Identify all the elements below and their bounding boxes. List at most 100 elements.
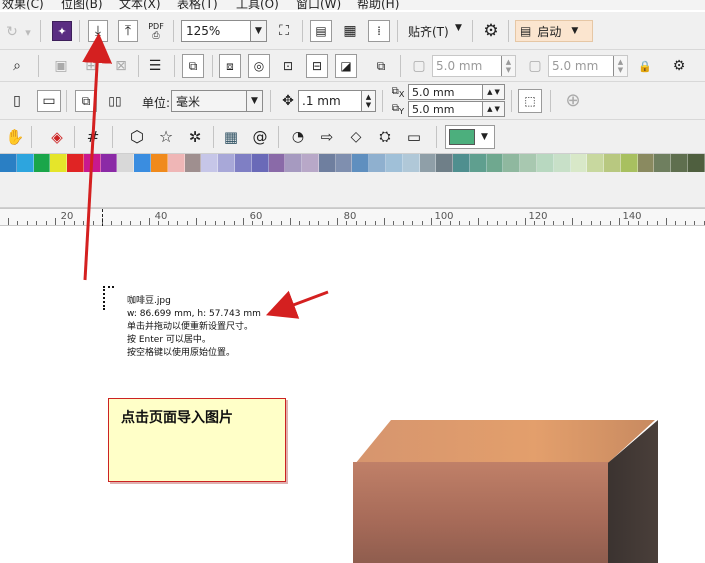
palette-swatch[interactable] (50, 154, 68, 172)
palette-swatch[interactable] (604, 154, 621, 172)
menu-bitmaps[interactable]: 位图(B) (61, 0, 103, 10)
palette-swatch[interactable] (637, 154, 655, 172)
palette-swatch[interactable] (688, 154, 705, 172)
zoom-level-select[interactable]: 125% ▼ (181, 20, 267, 42)
menu-help[interactable]: 帮助(H) (357, 0, 399, 10)
all-pages-icon[interactable]: ⧉ (75, 90, 97, 112)
palette-swatch[interactable] (218, 154, 235, 172)
redo-icon[interactable]: ↻ (2, 22, 22, 42)
fill-color-picker[interactable]: ▼ (445, 125, 495, 149)
pan-hand-icon[interactable]: ✋ (4, 126, 26, 148)
basic-shapes-icon[interactable]: ◔ (287, 126, 309, 148)
simplify-icon[interactable]: ⊟ (306, 54, 328, 78)
palette-swatch[interactable] (318, 154, 336, 172)
lock-icon[interactable]: 🔒 (636, 55, 654, 77)
show-rulers-icon[interactable]: ▤ (310, 20, 332, 42)
banner-shapes-icon[interactable]: ⛭ (374, 126, 396, 148)
polygon-icon[interactable]: ⬡ (126, 126, 148, 148)
import-icon[interactable]: ⤓ (88, 20, 108, 42)
menu-text[interactable]: 文本(X) (119, 0, 161, 10)
publish-pdf-icon[interactable]: PDF ⎙ (146, 19, 166, 43)
box-image-top[interactable] (355, 420, 655, 464)
palette-swatch[interactable] (67, 154, 84, 172)
star-icon[interactable]: ☆ (155, 126, 177, 148)
outline-checkbox-1[interactable]: ▢ (410, 55, 428, 77)
units-select[interactable]: 毫米 ▼ (171, 90, 263, 112)
launch-button[interactable]: ▤ 启动 ▼ (515, 20, 593, 42)
graph-paper-icon[interactable]: ▦ (220, 126, 242, 148)
redo-dropdown-icon[interactable]: ▾ (22, 22, 34, 42)
arrow-shapes-icon[interactable]: ⇨ (316, 126, 338, 148)
palette-swatch[interactable] (419, 154, 437, 172)
palette-swatch[interactable] (100, 154, 118, 172)
palette-swatch[interactable] (486, 154, 504, 172)
palette-swatch[interactable] (117, 154, 135, 172)
palette-swatch[interactable] (16, 154, 34, 172)
outline-width-input-2[interactable]: 5.0 mm ▲ ▼ (548, 55, 628, 77)
flowchart-shapes-icon[interactable]: ◇ (345, 126, 367, 148)
palette-swatch[interactable] (369, 154, 386, 172)
palette-swatch[interactable] (201, 154, 219, 172)
front-minus-back-icon[interactable]: ◪ (335, 54, 357, 78)
spiral-icon[interactable]: @ (249, 126, 271, 148)
palette-swatch[interactable] (151, 154, 168, 172)
palette-swatch[interactable] (587, 154, 605, 172)
nudge-distance-input[interactable]: .1 mm ▲ ▼ (298, 90, 376, 112)
palette-swatch[interactable] (570, 154, 588, 172)
horizontal-ruler[interactable]: 20 40 60 80 100 120 140 (0, 208, 705, 226)
fill-bucket-icon[interactable]: ◈ (46, 126, 68, 148)
corel-connect-icon[interactable]: ✦ (52, 21, 72, 41)
palette-swatch[interactable] (469, 154, 487, 172)
palette-swatch[interactable] (83, 154, 101, 172)
menu-effects[interactable]: 效果(C) (2, 0, 44, 10)
palette-swatch[interactable] (268, 154, 286, 172)
duplicate-distance-x-input[interactable]: 5.0 mm ▲ ▼ (408, 84, 505, 100)
palette-swatch[interactable] (402, 154, 420, 172)
palette-swatch[interactable] (436, 154, 454, 172)
duplicate-distance-y-input[interactable]: 5.0 mm ▲ ▼ (408, 101, 505, 117)
combine-icon[interactable]: ▣ (50, 55, 72, 77)
to-front-icon[interactable]: ⧉ (182, 54, 204, 78)
add-icon[interactable]: ⊕ (562, 90, 584, 112)
export-icon[interactable]: ⤒ (118, 20, 138, 42)
full-screen-icon[interactable]: ⛶ (273, 21, 295, 41)
palette-swatch[interactable] (335, 154, 353, 172)
palette-swatch[interactable] (184, 154, 202, 172)
palette-swatch[interactable] (520, 154, 537, 172)
palette-swatch[interactable] (0, 154, 17, 172)
align-distribute-icon[interactable]: ☰ (144, 55, 166, 77)
palette-swatch[interactable] (537, 154, 554, 172)
landscape-icon[interactable]: ▭ (37, 90, 61, 112)
show-grid-icon[interactable]: ▦ (339, 20, 361, 42)
callout-shapes-icon[interactable]: ▭ (403, 126, 425, 148)
palette-swatch[interactable] (285, 154, 303, 172)
complex-star-icon[interactable]: ✲ (184, 126, 206, 148)
trim-icon[interactable]: ◎ (248, 54, 270, 78)
palette-swatch[interactable] (352, 154, 370, 172)
palette-swatch[interactable] (620, 154, 638, 172)
palette-swatch[interactable] (251, 154, 269, 172)
show-guidelines-icon[interactable]: ⁞ (368, 20, 390, 42)
palette-swatch[interactable] (503, 154, 521, 172)
grid-tool-icon[interactable]: # (82, 126, 104, 148)
current-page-icon[interactable]: ▯▯ (104, 90, 126, 112)
intersect-icon[interactable]: ⊡ (277, 54, 299, 78)
palette-swatch[interactable] (385, 154, 403, 172)
palette-swatch[interactable] (453, 154, 470, 172)
palette-swatch[interactable] (671, 154, 689, 172)
palette-swatch[interactable] (654, 154, 672, 172)
weld-icon[interactable]: ⧈ (219, 54, 241, 78)
palette-swatch[interactable] (33, 154, 51, 172)
break-apart-icon[interactable]: ⊞ (80, 55, 102, 77)
menu-table[interactable]: 表格(T) (177, 0, 218, 10)
palette-swatch[interactable] (302, 154, 319, 172)
portrait-icon[interactable]: ▯ (8, 90, 26, 112)
back-minus-front-icon[interactable]: ⧉ (370, 54, 392, 78)
snap-to-dropdown[interactable]: 贴齐(T) (408, 23, 449, 40)
palette-swatch[interactable] (553, 154, 571, 172)
menu-window[interactable]: 窗口(W) (296, 0, 341, 10)
treat-as-filled-icon[interactable]: ⬚ (518, 89, 542, 113)
outline-width-input-1[interactable]: 5.0 mm ▲ ▼ (432, 55, 516, 77)
group-icon[interactable]: ⊠ (110, 55, 132, 77)
palette-swatch[interactable] (134, 154, 152, 172)
